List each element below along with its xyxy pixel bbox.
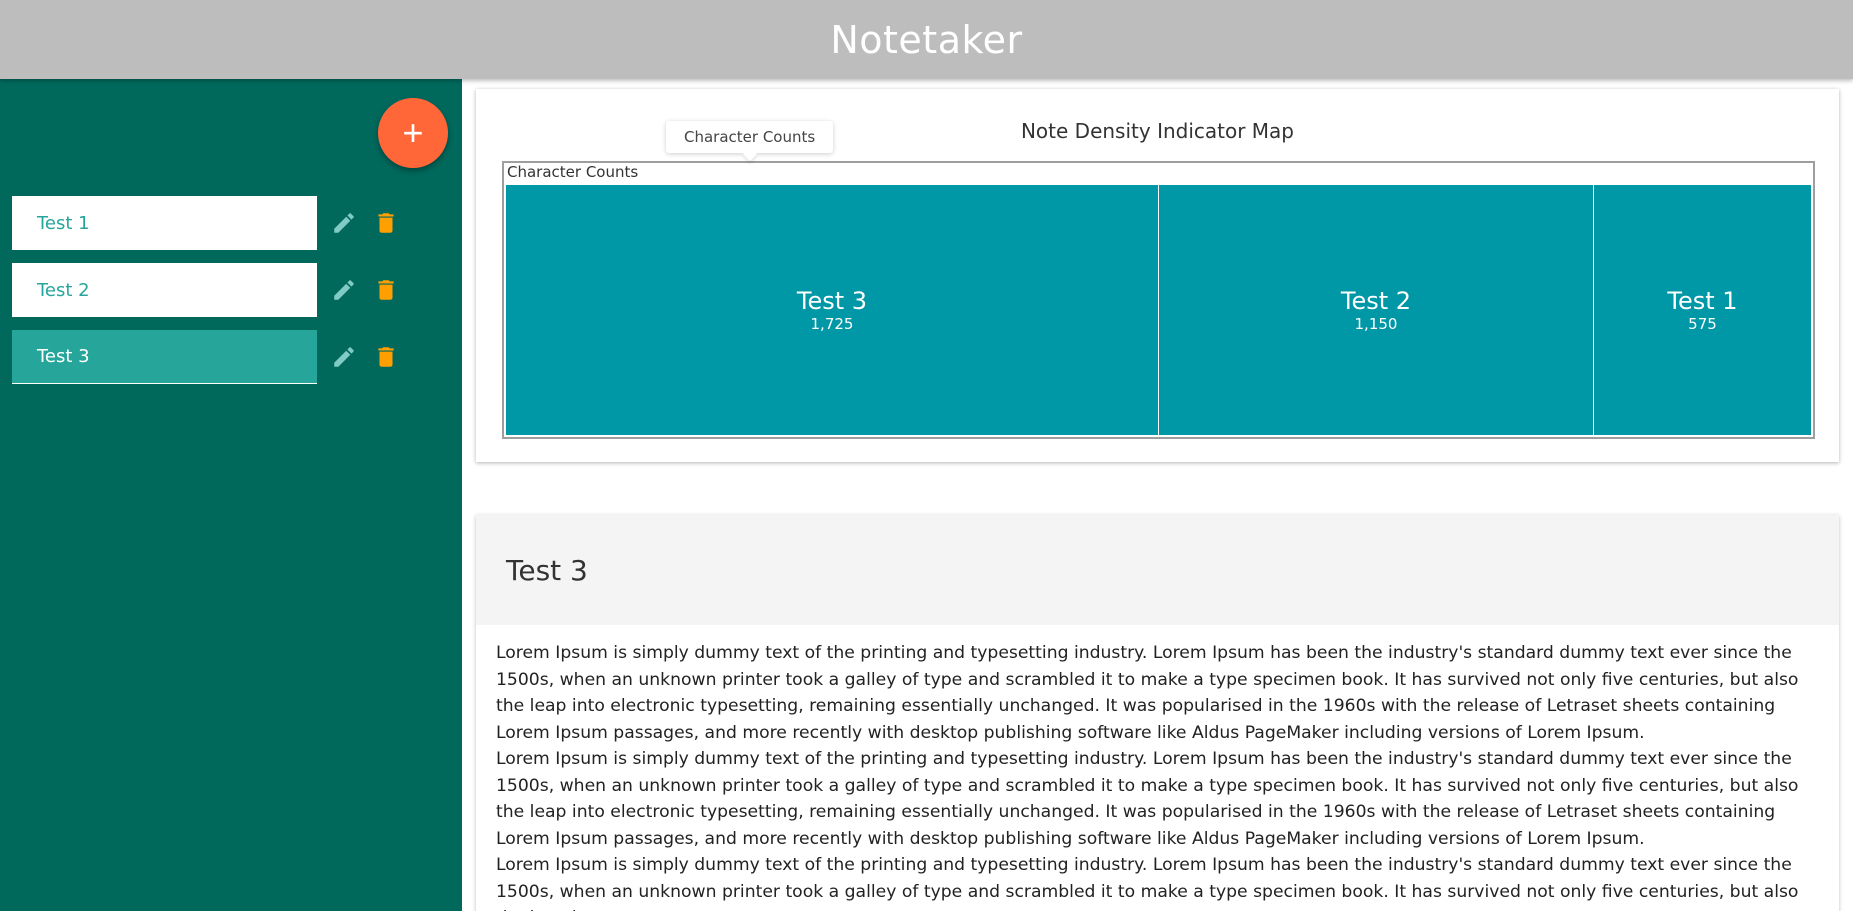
note-card: Test 3 Lorem Ipsum is simply dummy text …	[476, 515, 1839, 911]
treemap-cell-value: 1,150	[1354, 315, 1398, 333]
treemap: Test 3 1,725 Test 2 1,150 Test 1 575	[506, 185, 1812, 435]
note-body: Lorem Ipsum is simply dummy text of the …	[476, 625, 1839, 911]
pencil-icon[interactable]	[327, 340, 361, 374]
treemap-cell[interactable]: Test 2 1,150	[1159, 185, 1594, 435]
add-note-button[interactable]: +	[378, 98, 448, 168]
treemap-cell-label: Test 3	[796, 287, 868, 315]
app-header: Notetaker	[0, 0, 1853, 79]
treemap-cell[interactable]: Test 1 575	[1594, 185, 1812, 435]
note-paragraph: Lorem Ipsum is simply dummy text of the …	[496, 749, 1799, 849]
trash-icon[interactable]	[369, 206, 403, 240]
treemap-cell-value: 575	[1688, 315, 1717, 333]
note-item[interactable]: Test 2	[12, 263, 317, 317]
note-row-3: Test 3	[12, 330, 452, 384]
note-row-2: Test 2	[12, 263, 452, 317]
sidebar: + Test 1 Test 2 Test 3	[0, 79, 462, 911]
treemap-cell-label: Test 2	[1340, 287, 1412, 315]
note-item[interactable]: Test 1	[12, 196, 317, 250]
trash-icon[interactable]	[369, 273, 403, 307]
treemap-frame: Character Counts Test 3 1,725 Test 2 1,150 T…	[502, 161, 1815, 439]
tooltip-arrow	[742, 146, 757, 162]
note-list: Test 1 Test 2 Test 3	[12, 196, 452, 397]
chart-tooltip: Character Counts	[666, 121, 834, 162]
pencil-icon[interactable]	[327, 206, 361, 240]
note-item-active[interactable]: Test 3	[12, 330, 317, 384]
tooltip-text: Character Counts	[684, 128, 816, 146]
note-paragraph: Lorem Ipsum is simply dummy text of the …	[496, 643, 1799, 743]
treemap-cell-label: Test 1	[1667, 287, 1738, 315]
note-row-1: Test 1	[12, 196, 452, 250]
treemap-cell-value: 1,725	[810, 315, 854, 333]
note-paragraph: Lorem Ipsum is simply dummy text of the …	[496, 855, 1799, 911]
main-content: Note Density Indicator Map Character Cou…	[462, 79, 1853, 911]
treemap-cell[interactable]: Test 3 1,725	[506, 185, 1159, 435]
chart-card: Note Density Indicator Map Character Cou…	[476, 89, 1839, 462]
pencil-icon[interactable]	[327, 273, 361, 307]
note-card-header: Test 3	[476, 515, 1839, 625]
trash-icon[interactable]	[369, 340, 403, 374]
note-title: Test 3	[506, 553, 588, 587]
app-title: Notetaker	[830, 17, 1023, 62]
treemap-root-label[interactable]: Character Counts	[507, 163, 638, 181]
